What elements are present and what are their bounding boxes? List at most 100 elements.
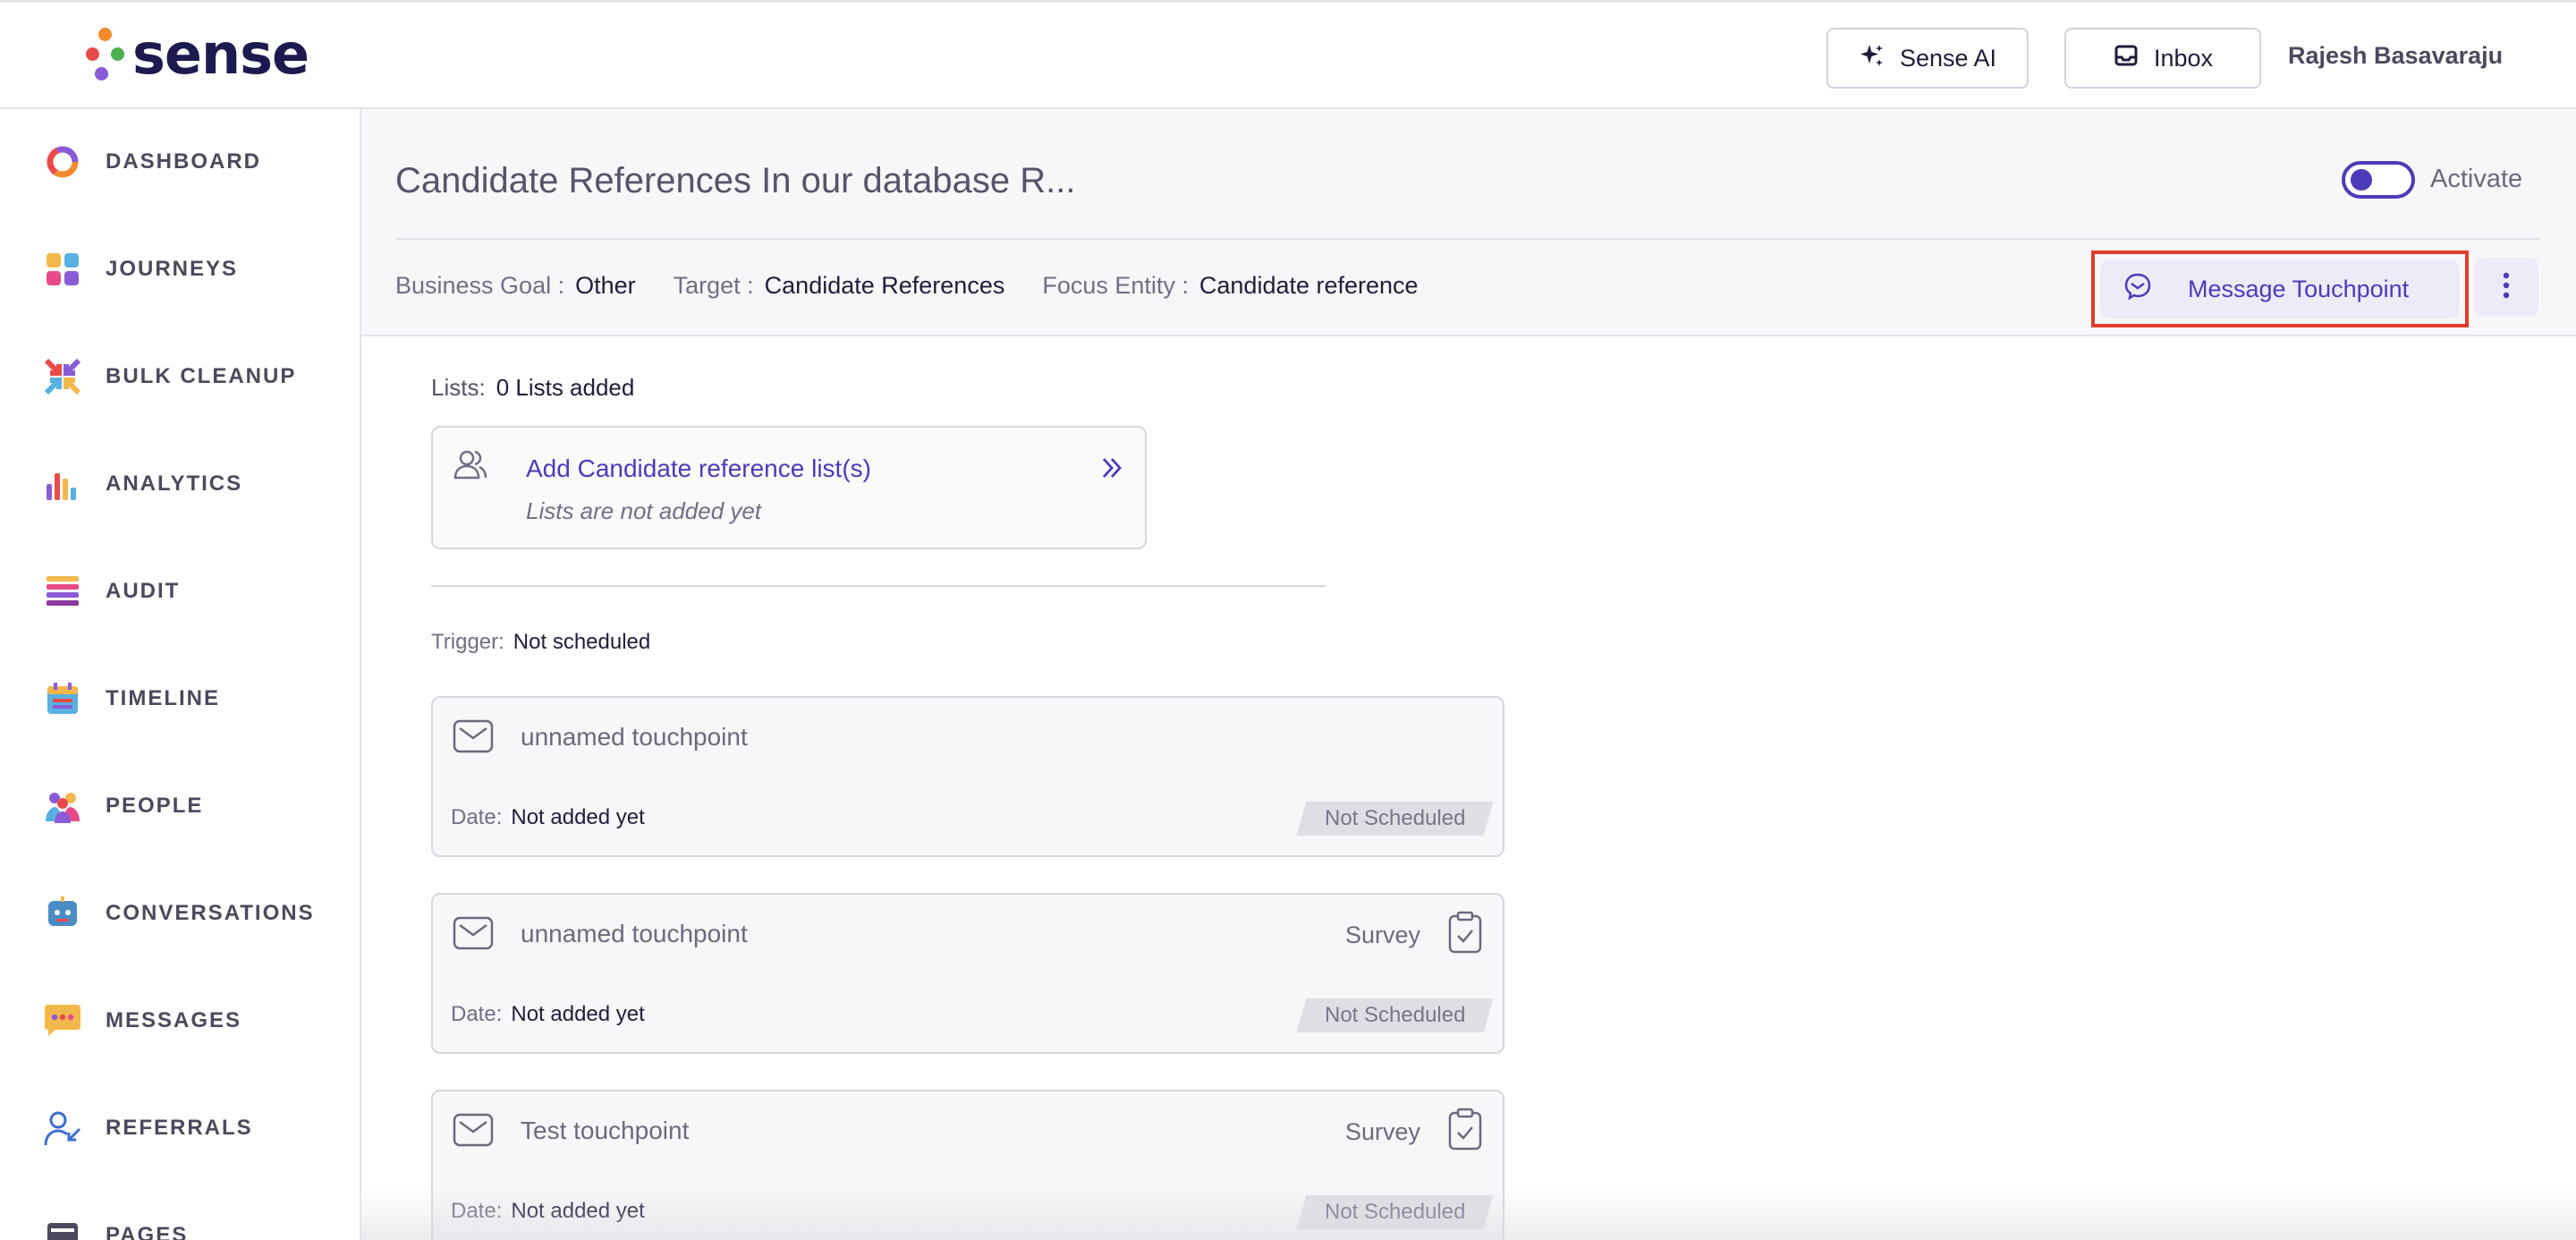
vertical-dots-icon [2503, 272, 2510, 303]
trigger-value: Not scheduled [513, 630, 651, 654]
sidebar-item-label: MESSAGES [106, 1008, 242, 1032]
logo-text: sense [132, 21, 309, 87]
sidebar-item-label: CONVERSATIONS [106, 901, 315, 925]
business-goal: Business Goal : Other [395, 272, 636, 300]
people-group-icon [43, 786, 82, 826]
sidebar-item-label: BULK CLEANUP [106, 364, 297, 388]
status-badge: Not Scheduled [1296, 1195, 1494, 1229]
sidebar-item-journeys[interactable]: JOURNEYS [43, 242, 347, 296]
journey-header: Candidate References In our database R..… [361, 109, 2576, 336]
sidebar-item-messages[interactable]: MESSAGES [43, 994, 347, 1048]
date-value: Not added yet [511, 1199, 645, 1223]
message-touchpoint-highlight: Message Touchpoint [2091, 251, 2469, 327]
sidebar-item-label: ANALYTICS [106, 471, 243, 496]
header-divider [395, 238, 2540, 240]
toggle-knob [2351, 169, 2372, 191]
status-label: Not Scheduled [1324, 1200, 1465, 1224]
sidebar-item-label: PAGES [106, 1223, 189, 1240]
trigger-key: Trigger: [431, 630, 504, 654]
donut-icon [43, 142, 82, 182]
sparkle-icon [1859, 42, 1885, 75]
lists-key: Lists: [431, 374, 486, 401]
sidebar-item-people[interactable]: PEOPLE [43, 779, 347, 833]
touchpoint-name: unnamed touchpoint [521, 920, 748, 947]
message-bubble-outline-icon [2123, 272, 2152, 307]
top-bar: sense Sense AI Inbox Rajesh Basavaraju [0, 0, 2576, 109]
touchpoint-date: Date: Not added yet [451, 1199, 645, 1224]
message-touchpoint-button[interactable]: Message Touchpoint [2100, 259, 2460, 318]
lists-summary: Lists: 0 Lists added [431, 374, 634, 402]
target-key: Target : [673, 272, 754, 299]
sidebar-item-conversations[interactable]: CONVERSATIONS [43, 887, 347, 940]
status-badge: Not Scheduled [1296, 998, 1494, 1032]
sidebar-item-label: DASHBOARD [106, 149, 261, 174]
add-list-subtitle: Lists are not added yet [526, 497, 762, 524]
business-goal-key: Business Goal : [395, 272, 565, 299]
business-goal-value: Other [575, 272, 636, 299]
journey-meta: Business Goal : Other Target : Candidate… [395, 272, 1419, 300]
date-value: Not added yet [511, 805, 645, 829]
touchpoint-card[interactable]: unnamed touchpoint Survey Date: Not adde… [431, 893, 1504, 1054]
sidebar-item-audit[interactable]: AUDIT [43, 565, 347, 618]
sidebar-item-timeline[interactable]: TIMELINE [43, 672, 347, 726]
sidebar-item-analytics[interactable]: ANALYTICS [43, 457, 347, 511]
page-title: Candidate References In our database R..… [395, 161, 1076, 200]
activate-label: Activate [2430, 165, 2523, 193]
more-options-button[interactable] [2474, 258, 2538, 317]
message-touchpoint-label: Message Touchpoint [2188, 275, 2410, 302]
sidebar-item-dashboard[interactable]: DASHBOARD [43, 135, 347, 189]
status-label: Not Scheduled [1324, 1003, 1465, 1027]
sidebar-item-label: AUDIT [106, 579, 181, 603]
touchpoint-date: Date: Not added yet [451, 1002, 645, 1027]
grid-tiles-icon [43, 250, 82, 289]
focus-entity-value: Candidate reference [1199, 272, 1419, 299]
clipboard-check-icon [1447, 911, 1483, 958]
date-key: Date: [451, 805, 503, 829]
inbox-button[interactable]: Inbox [2064, 28, 2261, 89]
status-label: Not Scheduled [1324, 806, 1465, 830]
sense-ai-button[interactable]: Sense AI [1826, 28, 2029, 89]
sidebar-item-label: REFERRALS [106, 1116, 253, 1140]
sidebar-item-label: PEOPLE [106, 794, 204, 818]
date-key: Date: [451, 1002, 503, 1026]
touchpoint-name: Test touchpoint [521, 1117, 690, 1144]
calendar-icon [43, 679, 82, 718]
touchpoint-date: Date: Not added yet [451, 805, 645, 830]
sidebar-item-bulk-cleanup[interactable]: BULK CLEANUP [43, 350, 347, 403]
logo-dots-icon [86, 26, 125, 83]
sidebar: DASHBOARD JOURNEYS BULK CLEANUP ANALYTIC… [0, 109, 361, 1240]
lists-value: 0 Lists added [496, 374, 635, 401]
main-content: Candidate References In our database R..… [361, 109, 2576, 1240]
add-list-card[interactable]: Add Candidate reference list(s) Lists ar… [431, 426, 1147, 549]
robot-chat-icon [43, 894, 82, 933]
activate-toggle[interactable] [2342, 161, 2415, 199]
envelope-icon [453, 916, 494, 955]
focus-entity: Focus Entity : Candidate reference [1042, 272, 1418, 300]
envelope-icon [453, 1113, 494, 1151]
page-icon [43, 1216, 82, 1240]
users-outline-icon [453, 447, 488, 488]
trigger-summary: Trigger: Not scheduled [431, 630, 650, 655]
bar-chart-icon [43, 464, 82, 504]
add-list-title: Add Candidate reference list(s) [526, 454, 871, 482]
touchpoint-card[interactable]: unnamed touchpoint Date: Not added yet N… [431, 696, 1504, 857]
touchpoint-type: Survey [1344, 1118, 1420, 1145]
touchpoint-name: unnamed touchpoint [521, 723, 748, 751]
sidebar-item-pages[interactable]: PAGES [43, 1209, 347, 1240]
target-value: Candidate References [764, 272, 1005, 299]
touchpoint-card[interactable]: Test touchpoint Survey Date: Not added y… [431, 1090, 1504, 1240]
arrows-inward-icon [43, 357, 82, 396]
stacked-list-icon [43, 572, 82, 611]
date-value: Not added yet [511, 1002, 645, 1026]
user-name[interactable]: Rajesh Basavaraju [2288, 42, 2503, 70]
clipboard-check-icon [1447, 1108, 1483, 1155]
touchpoint-type: Survey [1344, 922, 1420, 948]
sidebar-item-referrals[interactable]: REFERRALS [43, 1101, 347, 1155]
target: Target : Candidate References [674, 272, 1005, 300]
sense-logo[interactable]: sense [86, 26, 309, 83]
sidebar-item-label: TIMELINE [106, 686, 220, 710]
message-bubble-icon [43, 1001, 82, 1040]
date-key: Date: [451, 1199, 503, 1223]
sidebar-item-label: JOURNEYS [106, 257, 239, 281]
inbox-label: Inbox [2153, 44, 2214, 72]
